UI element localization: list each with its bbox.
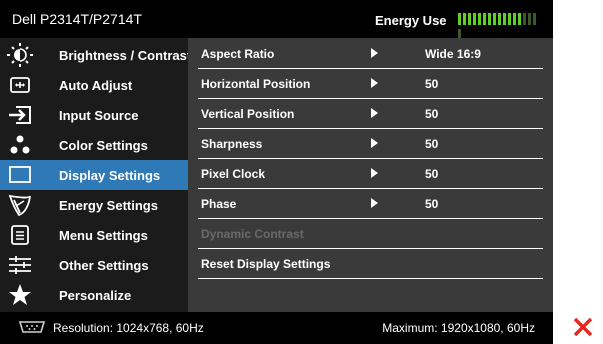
sidebar-item-label: Menu Settings: [59, 228, 148, 243]
sidebar-item-label: Personalize: [59, 288, 132, 303]
display-settings-panel: Aspect Ratio Wide 16:9 Horizontal Position…: [188, 38, 553, 312]
maximum-resolution: Maximum: 1920x1080, 60Hz: [382, 321, 535, 335]
sidebar-item-label: Brightness / Contrast: [59, 48, 192, 63]
sidebar-item-energy-leaf[interactable]: Energy Settings: [0, 190, 188, 220]
close-icon: [573, 317, 593, 337]
energy-meter-segment: [483, 13, 486, 25]
setting-row[interactable]: Horizontal Position 50: [198, 69, 543, 99]
setting-value: 50: [425, 137, 439, 151]
osd-title-bar: Dell P2314T/P2714T Energy Use: [0, 0, 553, 41]
sidebar-item-menu-settings[interactable]: Menu Settings: [0, 220, 188, 250]
osd-sidebar: Brightness / Contrast Auto Adjust Input So…: [0, 38, 192, 312]
current-resolution: Resolution: 1024x768, 60Hz: [53, 321, 204, 335]
down-arrow-icon: [572, 256, 594, 271]
energy-meter-segment: [528, 13, 531, 25]
up-button[interactable]: [565, 217, 603, 245]
energy-meter-segment: [488, 13, 491, 25]
sidebar-item-label: Input Source: [59, 108, 139, 123]
input-source-icon: [7, 103, 33, 127]
sidebar-item-label: Display Settings: [59, 168, 161, 183]
sidebar-item-auto-adjust[interactable]: Auto Adjust: [0, 70, 188, 100]
sidebar-item-label: Energy Settings: [59, 198, 158, 213]
sidebar-item-other-settings[interactable]: Other Settings: [0, 250, 188, 280]
enter-button[interactable]: [565, 281, 603, 309]
sidebar-item-input-source[interactable]: Input Source: [0, 100, 188, 130]
setting-value: 50: [425, 77, 439, 91]
right-arrow-icon: [573, 287, 594, 303]
model-title: Dell P2314T/P2714T: [12, 11, 142, 27]
color-settings-icon: [7, 133, 33, 157]
setting-label: Aspect Ratio: [201, 47, 275, 61]
sidebar-item-color-settings[interactable]: Color Settings: [0, 130, 188, 160]
other-settings-icon: [7, 253, 33, 277]
setting-label: Horizontal Position: [201, 77, 311, 91]
submenu-arrow-icon: [371, 48, 378, 58]
energy-leaf-icon: [7, 193, 33, 217]
energy-meter-segment: [523, 13, 526, 25]
osd-status-bar: Resolution: 1024x768, 60Hz Maximum: 1920…: [0, 312, 553, 344]
sidebar-item-label: Color Settings: [59, 138, 148, 153]
submenu-arrow-icon: [371, 198, 378, 208]
energy-use-label: Energy Use: [375, 13, 447, 28]
setting-row[interactable]: Sharpness 50: [198, 129, 543, 159]
energy-meter-segment: [503, 13, 506, 25]
energy-meter-segment: [463, 13, 466, 25]
energy-meter-segment: [513, 13, 516, 25]
energy-meter-segment: [478, 13, 481, 25]
star-icon: [7, 283, 33, 307]
display-settings-icon: [7, 163, 33, 187]
brightness-icon: [7, 43, 33, 67]
setting-label: Reset Display Settings: [201, 257, 331, 271]
setting-value: Wide 16:9: [425, 47, 481, 61]
setting-row[interactable]: Aspect Ratio Wide 16:9: [198, 39, 543, 69]
setting-row: Dynamic Contrast: [198, 219, 543, 249]
energy-meter-segment: [468, 13, 471, 25]
energy-meter-segment: [498, 13, 501, 25]
submenu-arrow-icon: [371, 168, 378, 178]
setting-value: 50: [425, 167, 439, 181]
energy-meter-segment: [518, 13, 521, 25]
setting-value: 50: [425, 107, 439, 121]
submenu-arrow-icon: [371, 78, 378, 88]
setting-label: Sharpness: [201, 137, 263, 151]
up-arrow-icon: [572, 224, 594, 239]
setting-row[interactable]: Vertical Position 50: [198, 99, 543, 129]
sidebar-item-brightness[interactable]: Brightness / Contrast: [0, 40, 192, 70]
setting-label: Vertical Position: [201, 107, 295, 121]
menu-settings-icon: [7, 223, 33, 247]
energy-meter-segment: [493, 13, 496, 25]
sidebar-item-star[interactable]: Personalize: [0, 280, 188, 310]
energy-meter-segment: [508, 13, 511, 25]
setting-row[interactable]: Reset Display Settings: [198, 249, 543, 279]
setting-row[interactable]: Phase 50: [198, 189, 543, 219]
vga-connector-icon: [18, 321, 46, 333]
down-button[interactable]: [565, 249, 603, 277]
sidebar-item-label: Other Settings: [59, 258, 149, 273]
setting-row[interactable]: Pixel Clock 50: [198, 159, 543, 189]
setting-label: Pixel Clock: [201, 167, 266, 181]
sidebar-item-label: Auto Adjust: [59, 78, 133, 93]
auto-adjust-icon: [7, 73, 33, 97]
sidebar-item-display-settings[interactable]: Display Settings: [0, 160, 188, 190]
setting-value: 50: [425, 197, 439, 211]
monitor-osd: Dell P2314T/P2714T Energy Use Brightness…: [0, 0, 553, 344]
setting-label: Dynamic Contrast: [201, 227, 304, 241]
energy-meter-segment: [458, 13, 461, 25]
exit-button[interactable]: [565, 312, 603, 340]
energy-meter-segment: [473, 13, 476, 25]
submenu-arrow-icon: [371, 108, 378, 118]
energy-use-meter: [458, 13, 541, 41]
setting-label: Phase: [201, 197, 237, 211]
energy-meter-segment: [533, 13, 536, 25]
submenu-arrow-icon: [371, 138, 378, 148]
